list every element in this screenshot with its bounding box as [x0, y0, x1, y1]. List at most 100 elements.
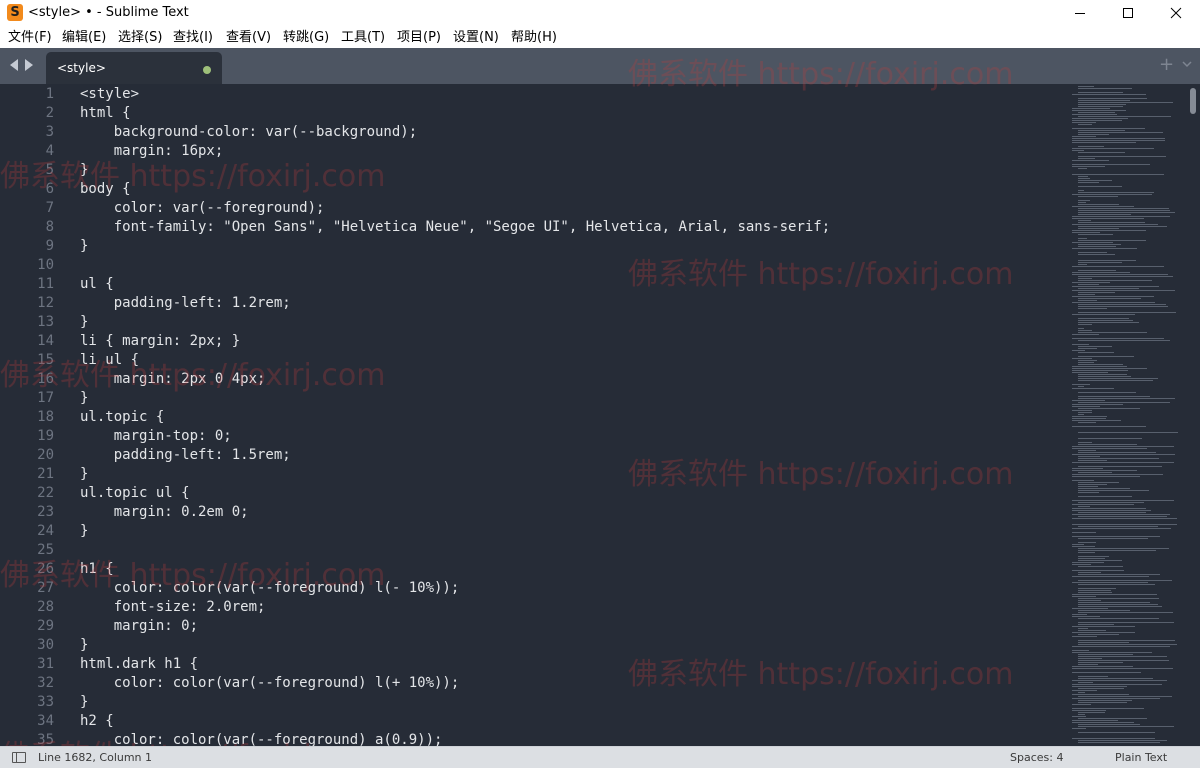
- editor-view[interactable]: 1 2 3 4 5 6 7 8 9 10 11 12 13 14 15 16 17 18 19 20 21 22 23 24 2…: [0, 84, 1200, 746]
- code-line[interactable]: }: [80, 465, 88, 484]
- arrow-right-icon[interactable]: [25, 59, 33, 71]
- minimap-line: [1072, 416, 1107, 417]
- chevron-down-icon[interactable]: [1181, 58, 1193, 70]
- code-line[interactable]: }: [80, 237, 88, 256]
- close-button[interactable]: [1152, 0, 1200, 26]
- minimap-line: [1072, 138, 1165, 139]
- code-line[interactable]: }: [80, 161, 88, 180]
- minimize-button[interactable]: [1056, 0, 1104, 26]
- new-tab-icon[interactable]: +: [1159, 54, 1174, 76]
- minimap-line: [1078, 456, 1100, 457]
- code-line[interactable]: padding-left: 1.2rem;: [80, 294, 291, 313]
- minimap-line: [1078, 588, 1116, 589]
- line-number: 18: [37, 409, 54, 425]
- code-line[interactable]: padding-left: 1.5rem;: [80, 446, 291, 465]
- code-line[interactable]: color: color(var(--foreground) l(- 10%))…: [80, 579, 460, 598]
- code-line[interactable]: <style>: [80, 85, 139, 104]
- minimap-line: [1072, 462, 1174, 463]
- code-line[interactable]: margin-top: 0;: [80, 427, 232, 446]
- code-line[interactable]: }: [80, 522, 88, 541]
- panel-toggle-icon[interactable]: [12, 752, 26, 763]
- minimap-line: [1072, 232, 1100, 233]
- minimap-line: [1078, 580, 1172, 581]
- modified-indicator-icon[interactable]: [203, 66, 211, 74]
- code-line[interactable]: }: [80, 313, 88, 332]
- code-line[interactable]: margin: 2px 0 4px;: [80, 370, 266, 389]
- syntax-setting[interactable]: Plain Text: [1115, 751, 1167, 764]
- code-line[interactable]: ul {: [80, 275, 114, 294]
- minimap-line: [1078, 628, 1088, 629]
- minimap-line: [1072, 120, 1122, 121]
- minimap-line: [1072, 206, 1134, 207]
- code-line[interactable]: }: [80, 693, 88, 712]
- maximize-button[interactable]: [1104, 0, 1152, 26]
- minimap-line: [1072, 500, 1174, 501]
- code-line[interactable]: body {: [80, 180, 131, 199]
- minimap-line: [1072, 524, 1177, 525]
- menu-project[interactable]: 项目(P): [397, 30, 441, 45]
- code-line[interactable]: color: color(var(--foreground) l(+ 10%))…: [80, 674, 460, 693]
- line-number-gutter: 1 2 3 4 5 6 7 8 9 10 11 12 13 14 15 16 17 18 19 20 21 22 23 24 2…: [0, 84, 62, 746]
- minimap-line: [1078, 412, 1092, 413]
- code-line[interactable]: ul.topic {: [80, 408, 164, 427]
- code-line[interactable]: li { margin: 2px; }: [80, 332, 240, 351]
- indentation-setting[interactable]: Spaces: 4: [1010, 751, 1063, 764]
- code-line[interactable]: font-family: "Open Sans", "Helvetica Neu…: [80, 218, 830, 237]
- minimap-line: [1078, 422, 1096, 423]
- minimap-line: [1078, 618, 1159, 619]
- menu-file[interactable]: 文件(F): [8, 30, 52, 45]
- code-line[interactable]: h2 {: [80, 712, 114, 731]
- code-line[interactable]: background-color: var(--background);: [80, 123, 417, 142]
- menu-view[interactable]: 查看(V): [226, 30, 271, 45]
- arrow-left-icon[interactable]: [10, 59, 18, 71]
- code-line[interactable]: ul.topic ul {: [80, 484, 190, 503]
- minimap-line: [1078, 486, 1098, 487]
- minimap-line: [1072, 410, 1092, 411]
- menu-goto[interactable]: 转跳(G): [283, 30, 329, 45]
- minimap-line: [1078, 662, 1123, 663]
- minimap-line: [1072, 690, 1097, 691]
- code-line[interactable]: h1 {: [80, 560, 114, 579]
- minimap-line: [1078, 598, 1159, 599]
- minimap[interactable]: [1068, 84, 1188, 746]
- line-number: 26: [37, 561, 54, 577]
- vertical-scrollbar[interactable]: [1188, 84, 1200, 746]
- code-line[interactable]: color: var(--foreground);: [80, 199, 325, 218]
- code-line[interactable]: margin: 0;: [80, 617, 198, 636]
- code-line[interactable]: margin: 0.2em 0;: [80, 503, 249, 522]
- minimap-line: [1072, 314, 1135, 315]
- minimap-line: [1078, 312, 1176, 313]
- menu-selection[interactable]: 选择(S): [118, 30, 162, 45]
- code-line[interactable]: li ul {: [80, 351, 139, 370]
- menu-preferences[interactable]: 设置(N): [453, 30, 499, 45]
- code-line[interactable]: html {: [80, 104, 131, 123]
- code-line[interactable]: }: [80, 389, 88, 408]
- minimap-line: [1078, 304, 1166, 305]
- minimap-line: [1072, 110, 1126, 111]
- tab-style[interactable]: <style>: [46, 52, 222, 84]
- line-number: 24: [37, 523, 54, 539]
- code-line[interactable]: html.dark h1 {: [80, 655, 198, 674]
- minimap-line: [1078, 612, 1173, 613]
- line-number: 11: [37, 276, 54, 292]
- minimap-line: [1078, 254, 1115, 255]
- scrollbar-thumb[interactable]: [1190, 88, 1196, 114]
- minimap-line: [1072, 400, 1105, 401]
- menu-edit[interactable]: 编辑(E): [62, 30, 106, 45]
- minimap-line: [1072, 122, 1096, 123]
- minimap-line: [1072, 728, 1086, 729]
- minimap-line: [1078, 278, 1092, 279]
- minimap-line: [1072, 470, 1137, 471]
- minimap-line: [1078, 450, 1096, 451]
- menu-find[interactable]: 查找(I): [173, 30, 213, 45]
- minimap-line: [1078, 252, 1107, 253]
- menu-help[interactable]: 帮助(H): [511, 30, 557, 45]
- minimap-line: [1078, 376, 1131, 377]
- menu-tools[interactable]: 工具(T): [341, 30, 385, 45]
- code-line[interactable]: font-size: 2.0rem;: [80, 598, 266, 617]
- code-text-area[interactable]: <style> html { background-color: var(--ba…: [80, 84, 1060, 746]
- code-line[interactable]: margin: 16px;: [80, 142, 224, 161]
- code-line[interactable]: color: color(var(--foreground) a(0.9));: [80, 731, 443, 746]
- minimap-line: [1072, 672, 1141, 673]
- code-line[interactable]: }: [80, 636, 88, 655]
